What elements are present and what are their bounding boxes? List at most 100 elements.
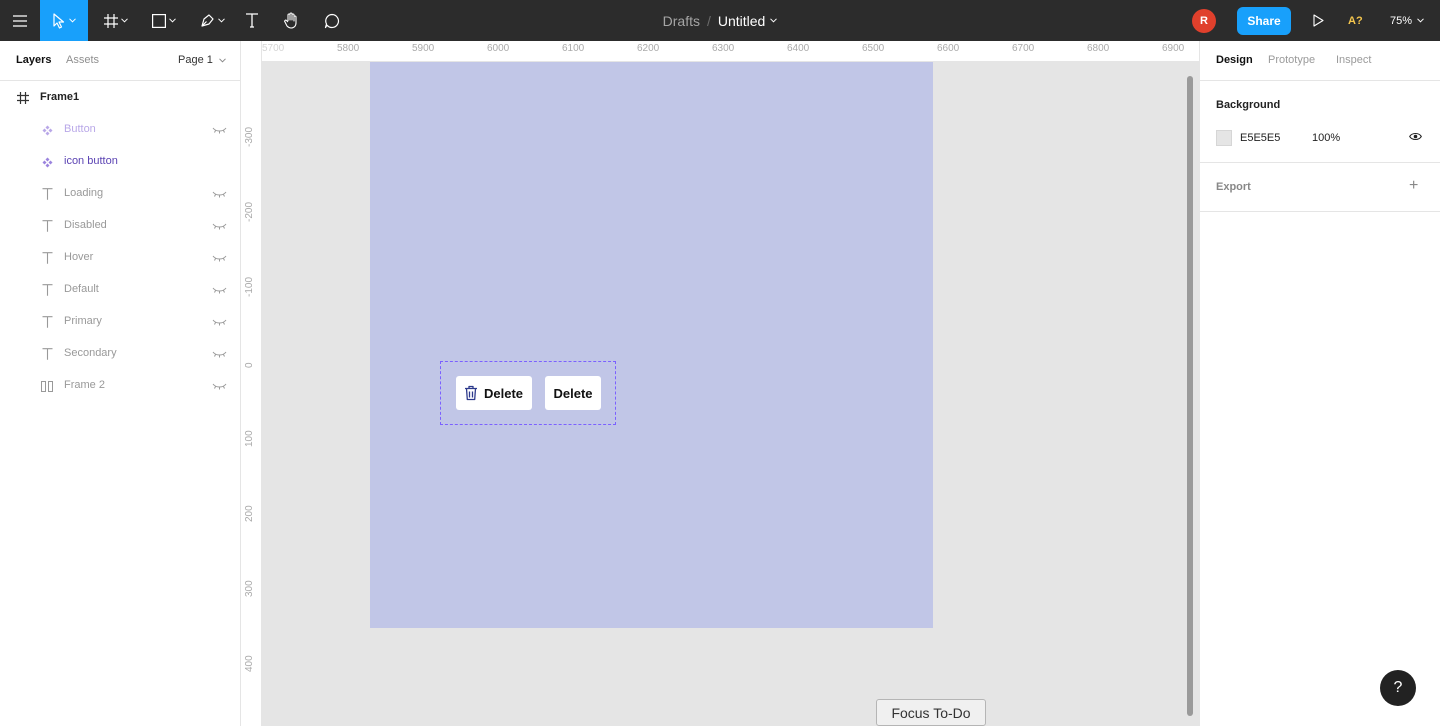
top-toolbar: Drafts / Untitled R Share A? 75%	[0, 0, 1440, 41]
ruler-tick-label: 6300	[712, 43, 735, 54]
shape-tool-button[interactable]	[144, 0, 184, 41]
layer-disabled[interactable]: Disabled	[0, 209, 240, 241]
breadcrumb-drafts[interactable]: Drafts	[663, 13, 700, 29]
text-icon	[246, 13, 258, 28]
frame-icon	[16, 91, 30, 105]
layer-hover[interactable]: Hover	[0, 241, 240, 273]
chevron-down-icon[interactable]	[770, 18, 778, 23]
layer-button[interactable]: Button	[0, 113, 240, 145]
eye-icon[interactable]	[1409, 132, 1422, 144]
tab-prototype[interactable]: Prototype	[1268, 54, 1315, 66]
eye-closed-icon[interactable]	[212, 381, 227, 393]
zoom-dropdown[interactable]: 75%	[1390, 0, 1424, 41]
pen-icon	[200, 14, 214, 27]
frame1-artboard[interactable]	[370, 62, 933, 628]
ruler-tick-label: 0	[244, 362, 255, 368]
chevron-down-icon	[1417, 18, 1424, 23]
eye-closed-icon[interactable]	[212, 317, 227, 329]
ruler-tick-label: 6500	[862, 43, 885, 54]
layer-label: Button	[64, 123, 96, 135]
layer-default[interactable]: Default	[0, 273, 240, 305]
layer-frame-2[interactable]: Frame 2	[0, 369, 240, 401]
pen-tool-button[interactable]	[192, 0, 232, 41]
ruler-tick-label: 5800	[337, 43, 360, 54]
ruler-tick-label: 6800	[1087, 43, 1110, 54]
eye-closed-icon[interactable]	[212, 253, 227, 265]
eye-closed-icon[interactable]	[212, 285, 227, 297]
layer-label: Secondary	[64, 347, 117, 359]
chevron-down-icon	[121, 18, 128, 23]
button-label: Delete	[553, 385, 593, 401]
ruler-tick-label: 6000	[487, 43, 510, 54]
layer-label: Loading	[64, 187, 104, 199]
layer-label: Primary	[64, 315, 102, 327]
ruler-tick-label: 5700	[262, 43, 285, 54]
text-icon	[40, 187, 54, 201]
ruler-vertical: -300 -200 -100 0 100 200 300 400	[241, 41, 262, 726]
eye-closed-icon[interactable]	[212, 221, 227, 233]
frame-tool-button[interactable]	[96, 0, 136, 41]
layer-label: Disabled	[64, 219, 107, 231]
chevron-down-icon	[217, 18, 225, 23]
page-selector[interactable]: Page 1	[178, 54, 226, 66]
chevron-down-icon	[69, 18, 76, 23]
tab-assets[interactable]: Assets	[66, 54, 99, 66]
present-button[interactable]	[1306, 0, 1330, 41]
layer-loading[interactable]: Loading	[0, 177, 240, 209]
eye-closed-icon[interactable]	[212, 349, 227, 361]
ruler-tick-label: 6100	[562, 43, 585, 54]
layer-primary[interactable]: Primary	[0, 305, 240, 337]
help-button[interactable]: ?	[1380, 670, 1416, 706]
background-opacity-value[interactable]: 100%	[1312, 132, 1340, 144]
pointer-icon	[53, 12, 65, 29]
ruler-tick-label: 5900	[412, 43, 435, 54]
tab-inspect[interactable]: Inspect	[1336, 54, 1371, 66]
layer-frame1[interactable]: Frame1	[0, 81, 240, 113]
background-color-swatch[interactable]	[1216, 130, 1232, 146]
add-export-button[interactable]: +	[1409, 177, 1418, 195]
tab-layers[interactable]: Layers	[16, 54, 51, 66]
font-help-button[interactable]: A?	[1348, 0, 1363, 41]
focus-todo-tag[interactable]: Focus To-Do	[876, 699, 986, 726]
share-button[interactable]: Share	[1237, 7, 1291, 35]
move-tool-button[interactable]	[40, 0, 88, 41]
layer-icon-button[interactable]: icon button	[0, 145, 240, 177]
comment-tool-button[interactable]	[318, 0, 346, 41]
hand-tool-button[interactable]	[278, 0, 306, 41]
text-icon	[40, 219, 54, 233]
ruler-tick-label: 6600	[937, 43, 960, 54]
section-divider	[1200, 162, 1440, 163]
page-selector-label: Page 1	[178, 54, 213, 66]
eye-closed-icon[interactable]	[212, 125, 227, 137]
columns-icon	[40, 379, 54, 393]
zoom-level: 75%	[1390, 14, 1413, 27]
ruler-tick-label: -200	[244, 201, 255, 222]
icon-delete-button[interactable]: Delete	[456, 376, 532, 410]
background-hex-value[interactable]: E5E5E5	[1240, 132, 1280, 144]
button-label: Delete	[484, 385, 524, 401]
document-title[interactable]: Untitled	[718, 13, 765, 29]
ruler-tick-label: 6700	[1012, 43, 1035, 54]
layer-label: Default	[64, 283, 99, 295]
layer-secondary[interactable]: Secondary	[0, 337, 240, 369]
ruler-tick-label: 300	[244, 580, 255, 597]
text-icon	[40, 283, 54, 297]
eye-closed-icon[interactable]	[212, 189, 227, 201]
hamburger-icon	[13, 14, 27, 27]
design-canvas[interactable]: Delete Delete	[262, 62, 1199, 726]
right-panel-tabs: Design Prototype Inspect	[1200, 41, 1440, 81]
main-menu-button[interactable]	[0, 0, 40, 41]
background-section-title: Background	[1216, 99, 1281, 111]
text-icon	[40, 347, 54, 361]
tab-design[interactable]: Design	[1216, 54, 1253, 66]
ruler-tick-label: -300	[244, 126, 255, 147]
play-icon	[1312, 14, 1324, 27]
canvas-scrollbar[interactable]	[1187, 76, 1193, 716]
text-tool-button[interactable]	[240, 0, 264, 41]
layer-label: Hover	[64, 251, 94, 263]
delete-button[interactable]: Delete	[545, 376, 601, 410]
avatar[interactable]: R	[1192, 9, 1216, 33]
ruler-tick-label: 200	[244, 505, 255, 522]
chevron-down-icon	[169, 18, 176, 23]
ruler-tick-label: -100	[244, 276, 255, 297]
